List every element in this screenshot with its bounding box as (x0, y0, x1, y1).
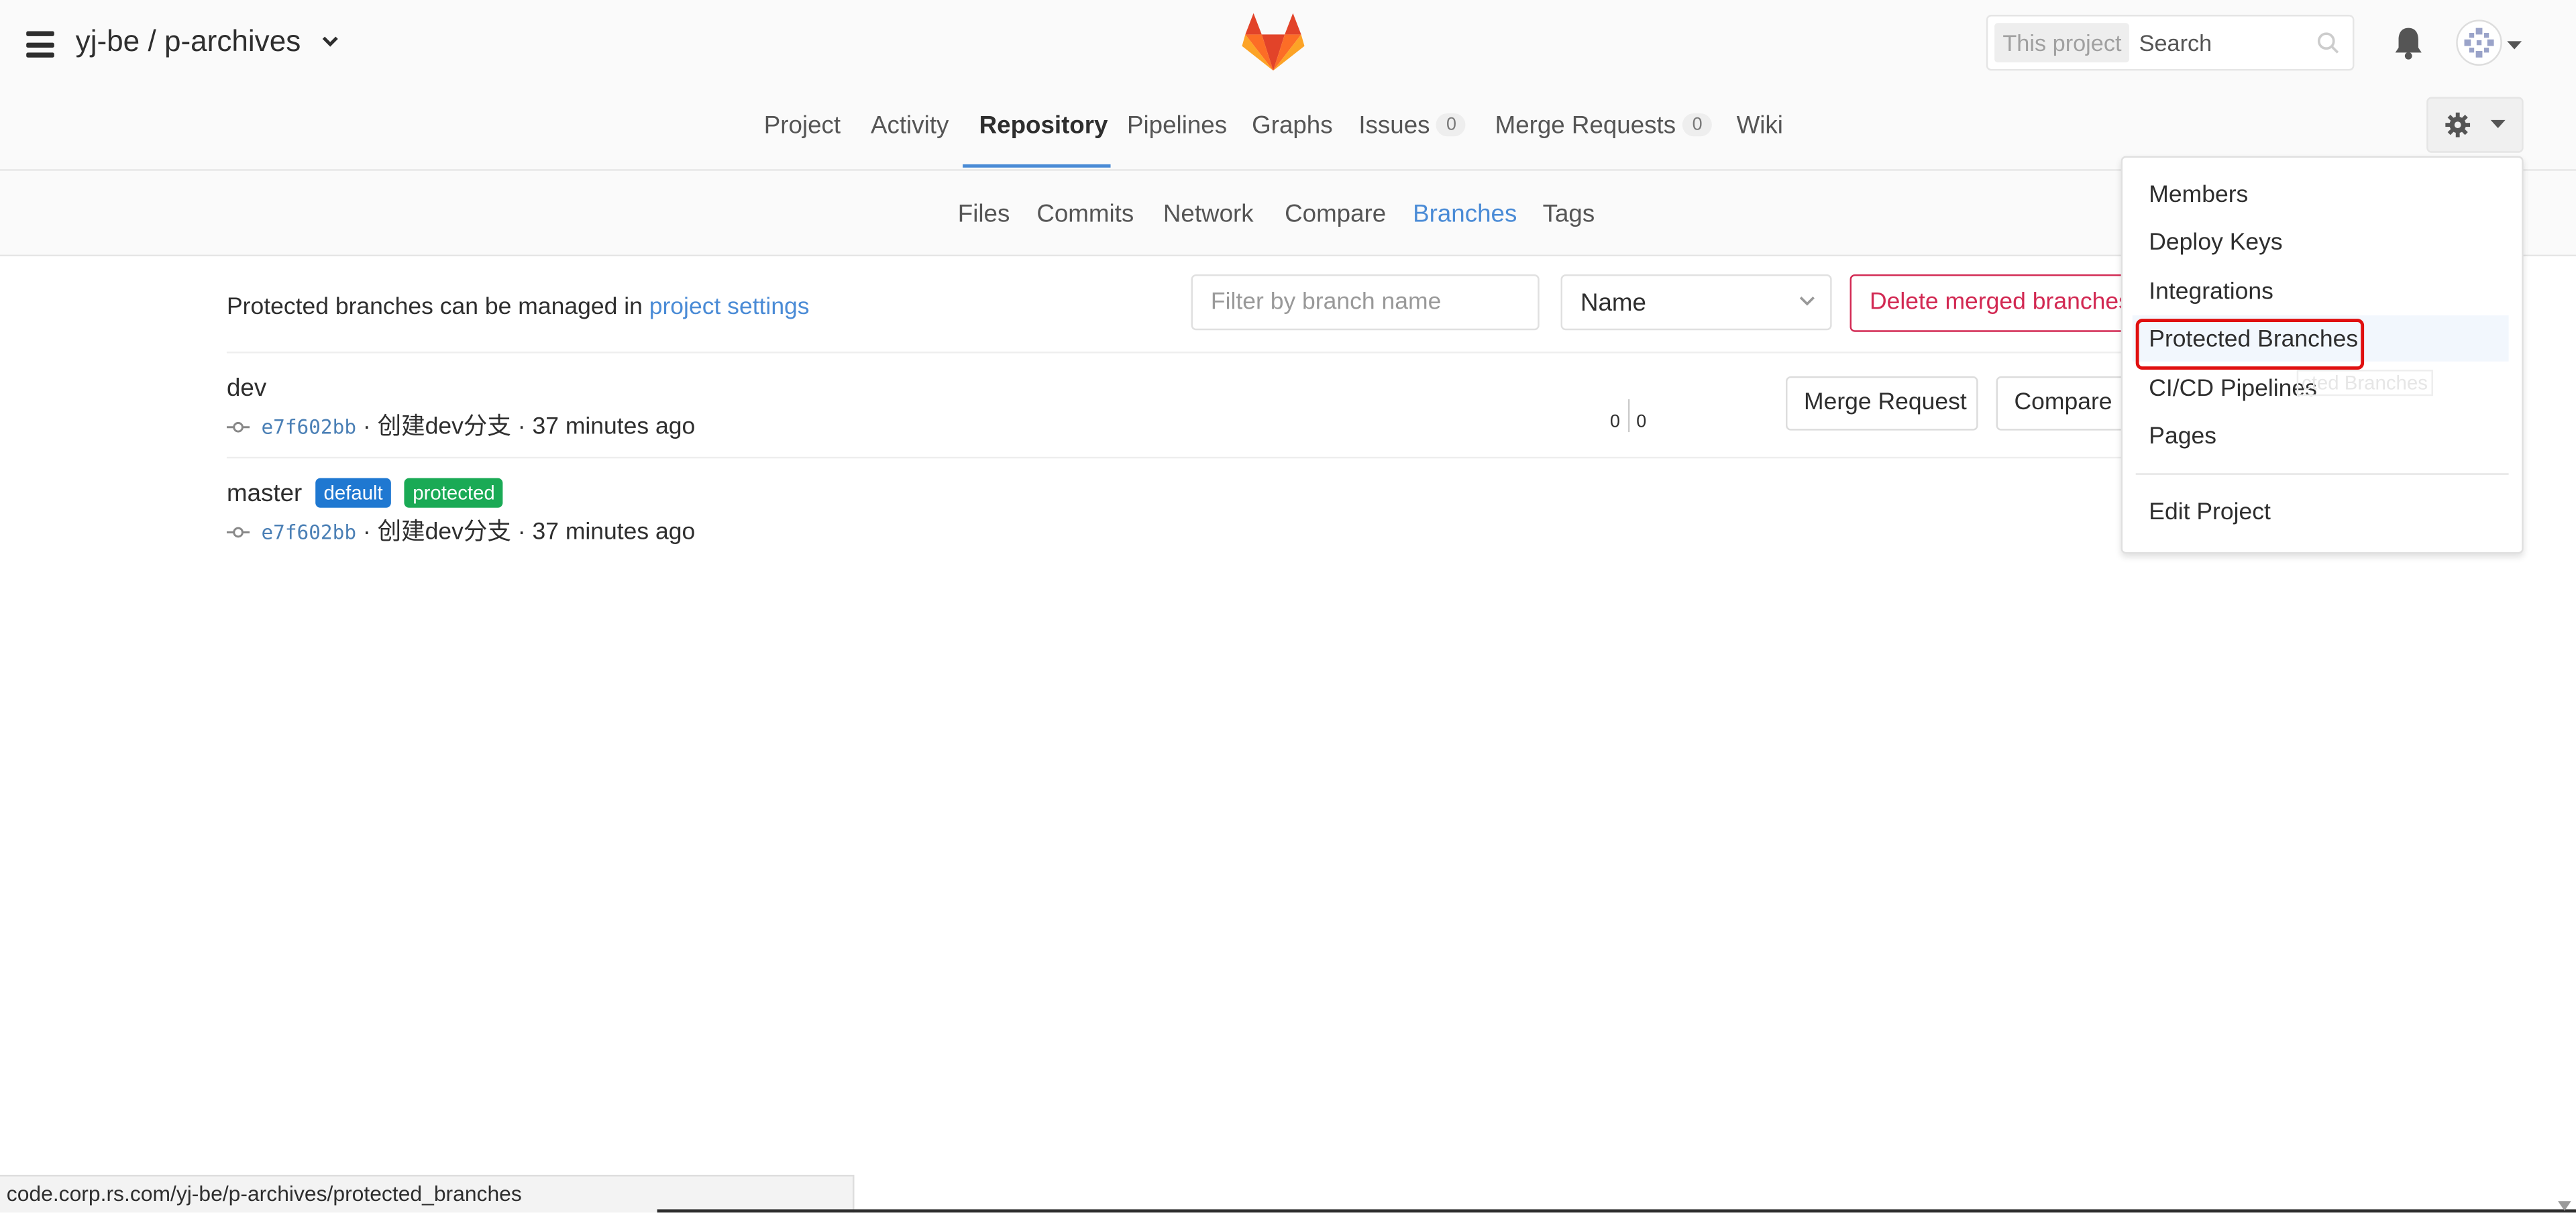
row-divider (226, 456, 2347, 459)
menu-item-members[interactable]: Members (2149, 182, 2248, 209)
behind-count: 0 (1610, 412, 1621, 433)
commit-sha-link[interactable]: e7f602bb (261, 521, 356, 543)
commit-separator: · (517, 414, 533, 441)
nav-issues-label: Issues (1358, 111, 1430, 140)
commit-sha-link[interactable]: e7f602bb (261, 416, 356, 439)
commit-time: 37 minutes ago (532, 414, 696, 441)
protected-badge: protected (404, 478, 504, 508)
nav-issues[interactable]: Issues 0 (1358, 112, 1466, 140)
delete-merged-branches-button[interactable]: Delete merged branches (1849, 274, 2146, 332)
gitlab-logo-icon[interactable] (1242, 13, 1305, 72)
commit-separator: · (517, 519, 533, 546)
menu-item-integrations[interactable]: Integrations (2149, 279, 2273, 305)
subnav-files[interactable]: Files (958, 201, 1010, 229)
nav-graphs[interactable]: Graphs (1252, 112, 1332, 140)
sort-select[interactable]: Name (1560, 274, 1832, 331)
caret-down-icon[interactable] (2507, 41, 2522, 51)
bell-icon[interactable] (2392, 25, 2425, 61)
sort-select-value: Name (1580, 289, 1646, 317)
merge-requests-count-badge: 0 (1682, 113, 1713, 137)
hamburger-menu-icon[interactable] (26, 31, 54, 58)
ahead-count: 0 (1636, 412, 1647, 433)
commit-message[interactable]: 创建dev分支 (378, 414, 511, 440)
search-scope-label[interactable]: This project (1994, 23, 2130, 63)
menu-item-ci-cd-pipelines[interactable]: CI/CD Pipelines (2149, 376, 2317, 403)
project-settings-link[interactable]: project settings (649, 294, 810, 320)
gear-icon (2445, 112, 2471, 138)
project-path[interactable]: yj-be / p-archives (76, 25, 301, 59)
menu-item-deploy-keys[interactable]: Deploy Keys (2149, 230, 2282, 256)
ghost-tooltip-text: cted Branches (2296, 370, 2433, 397)
branch-name-dev[interactable]: dev (227, 374, 266, 403)
commit-separator: · (362, 519, 378, 546)
divergence-graph-divider (1627, 399, 1630, 433)
chevron-down-icon (1799, 296, 1815, 306)
nav-activity[interactable]: Activity (871, 112, 949, 140)
commit-message[interactable]: 创建dev分支 (378, 519, 511, 545)
nav-merge-requests-label: Merge Requests (1495, 111, 1676, 140)
subnav-network[interactable]: Network (1163, 201, 1254, 229)
dropdown-divider (2135, 473, 2509, 475)
subnav-branches[interactable]: Branches (1413, 201, 1517, 229)
branch-name-master[interactable]: master (227, 480, 302, 508)
search-input[interactable]: Search (2139, 30, 2212, 56)
protected-branches-note: Protected branches can be managed in pro… (227, 294, 810, 320)
menu-item-edit-project[interactable]: Edit Project (2149, 499, 2271, 525)
scrollbar-arrow-icon[interactable] (2557, 1193, 2573, 1212)
avatar[interactable] (2456, 19, 2502, 66)
menu-item-pages[interactable]: Pages (2149, 424, 2216, 450)
nav-repository[interactable]: Repository (979, 112, 1108, 140)
branch-row-master: master default protected (227, 478, 504, 508)
caret-down-icon (2490, 119, 2506, 129)
protected-note-text: Protected branches can be managed in (226, 294, 643, 321)
compare-button[interactable]: Compare (1996, 376, 2136, 431)
commit-time: 37 minutes ago (532, 519, 696, 546)
settings-button[interactable] (2426, 97, 2524, 153)
commit-line-dev: e7f602bb · 创建dev分支 · 37 minutes ago (226, 407, 696, 441)
merge-request-button[interactable]: Merge Request (1786, 376, 1978, 431)
commit-icon (226, 527, 250, 538)
branch-filter-input[interactable]: Filter by branch name (1191, 274, 1540, 331)
search-icon (2316, 32, 2339, 54)
default-badge: default (315, 478, 391, 508)
subnav-commits[interactable]: Commits (1036, 201, 1134, 229)
commit-separator: · (362, 414, 378, 441)
subnav-tags[interactable]: Tags (1543, 201, 1595, 229)
subnav-compare[interactable]: Compare (1285, 201, 1386, 229)
nav-pipelines[interactable]: Pipelines (1127, 112, 1227, 140)
nav-merge-requests[interactable]: Merge Requests 0 (1495, 112, 1713, 140)
bottom-edge-line (657, 1209, 2576, 1213)
row-divider (226, 352, 2347, 354)
chevron-down-icon[interactable] (322, 34, 338, 48)
active-tab-underline (963, 164, 1111, 168)
issues-count-badge: 0 (1436, 113, 1466, 137)
browser-status-bar-url: code.corp.rs.com/yj-be/p-archives/protec… (0, 1175, 855, 1213)
highlight-annotation-box (2135, 319, 2365, 370)
nav-wiki[interactable]: Wiki (1737, 112, 1783, 140)
commit-line-master: e7f602bb · 创建dev分支 · 37 minutes ago (226, 513, 696, 547)
commit-icon (226, 422, 250, 433)
search-box[interactable]: This project Search (1986, 15, 2355, 71)
nav-project[interactable]: Project (764, 112, 841, 140)
